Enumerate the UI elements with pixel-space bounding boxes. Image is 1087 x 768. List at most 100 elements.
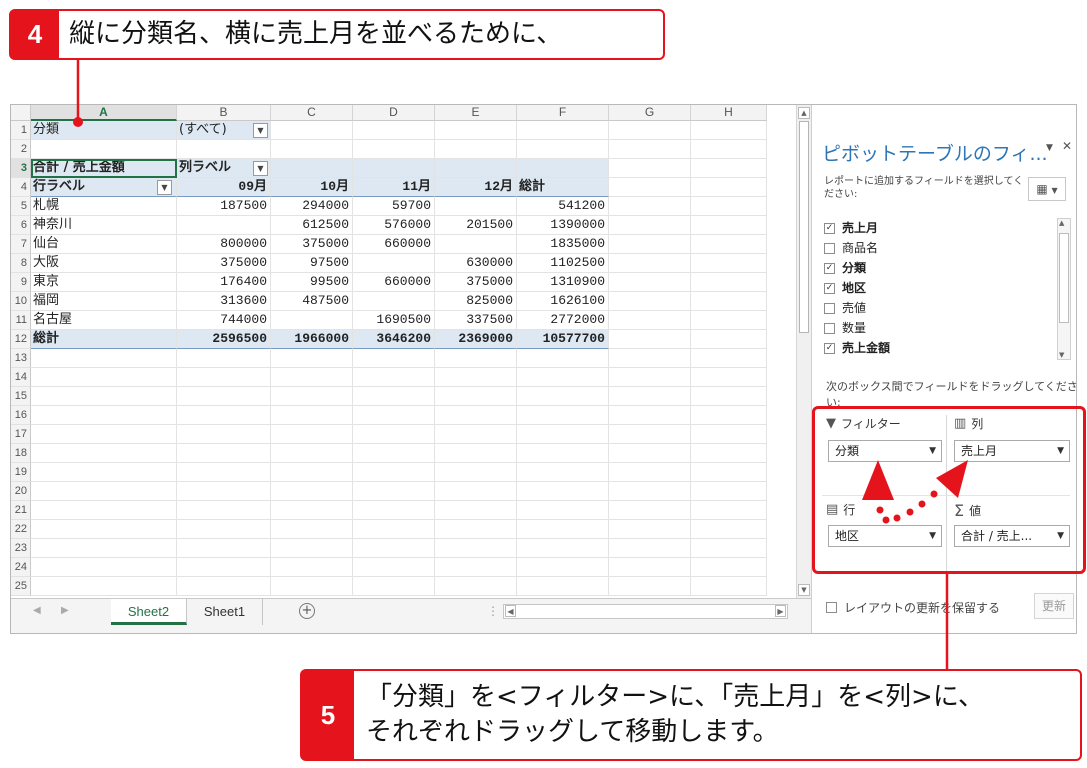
cell[interactable] — [353, 121, 435, 140]
cell[interactable] — [517, 406, 609, 425]
hscroll-left-arrow-icon[interactable]: ◀ — [505, 605, 516, 617]
cell[interactable] — [435, 368, 517, 387]
value-cell[interactable]: 825000 — [435, 292, 517, 311]
cell[interactable] — [691, 444, 767, 463]
cell[interactable] — [177, 387, 271, 406]
column-labels-dropdown-icon[interactable]: ▼ — [253, 161, 268, 176]
cell[interactable] — [353, 406, 435, 425]
column-header-e[interactable]: E — [435, 105, 517, 121]
cell[interactable] — [177, 463, 271, 482]
total-header-cell[interactable]: 総計 — [517, 178, 609, 197]
vertical-scrollbar[interactable]: ▲ ▼ — [796, 105, 811, 598]
cell[interactable] — [517, 558, 609, 577]
pivot-value-header-cell[interactable]: 合計 / 売上金額 — [31, 159, 177, 178]
cell[interactable] — [435, 463, 517, 482]
month-header-cell[interactable]: 10月 — [271, 178, 353, 197]
cell[interactable] — [271, 406, 353, 425]
cell[interactable] — [435, 349, 517, 368]
region-label-cell[interactable]: 名古屋 — [31, 311, 177, 330]
row-header[interactable]: 12 — [11, 330, 31, 349]
cell[interactable] — [435, 121, 517, 140]
row-header[interactable]: 16 — [11, 406, 31, 425]
cell[interactable] — [609, 330, 691, 349]
row-labels-cell[interactable]: 行ラベル — [31, 178, 177, 197]
field-list-up-arrow-icon[interactable]: ▲ — [1059, 219, 1064, 227]
cell[interactable] — [691, 558, 767, 577]
cell[interactable] — [609, 539, 691, 558]
cell[interactable] — [31, 387, 177, 406]
checkbox-icon[interactable] — [824, 242, 835, 254]
region-label-cell[interactable]: 東京 — [31, 273, 177, 292]
cell[interactable] — [517, 349, 609, 368]
cell[interactable] — [517, 463, 609, 482]
cell[interactable] — [691, 539, 767, 558]
cell[interactable] — [353, 140, 435, 159]
value-cell[interactable]: 97500 — [271, 254, 353, 273]
cell[interactable] — [691, 368, 767, 387]
value-cell[interactable] — [435, 235, 517, 254]
row-total-cell[interactable]: 541200 — [517, 197, 609, 216]
cell[interactable] — [609, 558, 691, 577]
cell[interactable] — [517, 501, 609, 520]
cell[interactable] — [31, 463, 177, 482]
cell[interactable] — [271, 121, 353, 140]
cell[interactable] — [609, 216, 691, 235]
region-label-cell[interactable]: 神奈川 — [31, 216, 177, 235]
cell[interactable] — [353, 577, 435, 596]
cell[interactable] — [609, 425, 691, 444]
region-label-cell[interactable]: 仙台 — [31, 235, 177, 254]
field-item[interactable]: ✓ 分類 — [824, 258, 866, 278]
cell[interactable] — [435, 406, 517, 425]
cell[interactable] — [435, 539, 517, 558]
row-header[interactable]: 14 — [11, 368, 31, 387]
row-header[interactable]: 19 — [11, 463, 31, 482]
column-header-d[interactable]: D — [353, 105, 435, 121]
cell[interactable] — [177, 501, 271, 520]
cell[interactable] — [609, 311, 691, 330]
pivot-header-cell[interactable] — [353, 159, 435, 178]
field-item[interactable]: 売値 — [824, 298, 866, 318]
row-header[interactable]: 25 — [11, 577, 31, 596]
field-list-thumb[interactable] — [1059, 233, 1069, 323]
cell[interactable] — [353, 558, 435, 577]
cell[interactable] — [691, 387, 767, 406]
cell[interactable] — [609, 349, 691, 368]
cell[interactable] — [177, 577, 271, 596]
value-cell[interactable]: 630000 — [435, 254, 517, 273]
row-header[interactable]: 10 — [11, 292, 31, 311]
column-header-g[interactable]: G — [609, 105, 691, 121]
cell[interactable] — [691, 311, 767, 330]
row-total-cell[interactable]: 1390000 — [517, 216, 609, 235]
value-cell[interactable]: 660000 — [353, 235, 435, 254]
cell[interactable] — [31, 444, 177, 463]
field-item[interactable]: 数量 — [824, 318, 866, 338]
row-header[interactable]: 2 — [11, 140, 31, 159]
value-cell[interactable] — [271, 311, 353, 330]
cell[interactable] — [271, 577, 353, 596]
cell[interactable] — [435, 387, 517, 406]
value-cell[interactable]: 59700 — [353, 197, 435, 216]
row-total-cell[interactable]: 1626100 — [517, 292, 609, 311]
cell[interactable] — [271, 368, 353, 387]
value-cell[interactable]: 576000 — [353, 216, 435, 235]
cell[interactable] — [353, 425, 435, 444]
cell[interactable] — [353, 349, 435, 368]
cell[interactable] — [31, 482, 177, 501]
panel-close-icon[interactable]: ✕ — [1062, 139, 1072, 153]
cell[interactable] — [517, 387, 609, 406]
row-header[interactable]: 21 — [11, 501, 31, 520]
cell[interactable] — [31, 140, 177, 159]
cell[interactable] — [517, 482, 609, 501]
cell[interactable] — [177, 368, 271, 387]
value-cell[interactable]: 176400 — [177, 273, 271, 292]
sheet-tab-sheet2[interactable]: Sheet2 — [111, 599, 187, 625]
month-header-cell[interactable]: 09月 — [177, 178, 271, 197]
cell[interactable] — [31, 539, 177, 558]
cell[interactable] — [353, 520, 435, 539]
cell[interactable] — [609, 159, 691, 178]
row-header[interactable]: 1 — [11, 121, 31, 140]
cell[interactable] — [691, 406, 767, 425]
grand-total-cell[interactable]: 2369000 — [435, 330, 517, 349]
cell[interactable] — [691, 197, 767, 216]
cell[interactable] — [517, 539, 609, 558]
